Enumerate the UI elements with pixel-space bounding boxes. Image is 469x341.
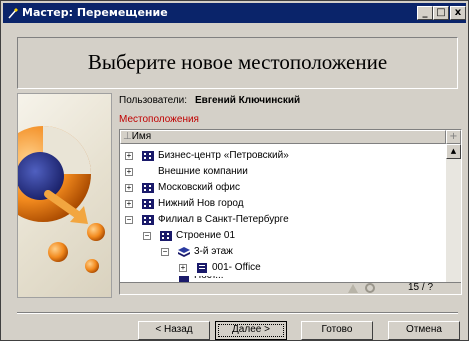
column-header-bar: ⊥Имя + [120, 130, 461, 144]
expand-toggle[interactable]: + [125, 184, 133, 192]
wizard-header: Выберите новое местоположение [17, 37, 458, 89]
back-button[interactable]: < Назад [138, 321, 210, 340]
user-name: Евгений Ключинский [195, 95, 301, 106]
tree-row-label: Нижний Нов город [158, 198, 244, 209]
building-icon [142, 215, 154, 225]
record-counter: 15 / ? [408, 282, 434, 293]
wizard-illustration [17, 93, 112, 298]
globe-arrow-illustration [18, 126, 105, 273]
minimize-button[interactable]: _ [417, 6, 433, 20]
tree-row-building-01[interactable]: − Строение 01 [120, 228, 440, 244]
stack-icon [178, 247, 190, 257]
tree-row-001-office[interactable]: + 001- Office [120, 260, 440, 276]
next-button[interactable]: Далее > [215, 321, 287, 340]
warning-icon [348, 284, 358, 293]
close-button[interactable]: x [450, 6, 466, 20]
user-label: Пользователи: [119, 95, 188, 106]
title-bar[interactable]: Мастер: Перемещение _ □ x [3, 3, 466, 23]
room-icon [197, 263, 207, 273]
tree-row-external-companies[interactable]: + Внешние компании [120, 164, 440, 180]
expand-toggle[interactable]: + [125, 152, 133, 160]
building-icon [160, 231, 172, 241]
tree-row-label: Филиал в Санкт-Петербурге [158, 214, 289, 225]
locations-label: Местоположения [119, 114, 199, 125]
building-icon [142, 183, 154, 193]
collapse-toggle[interactable]: − [161, 248, 169, 256]
tree-row-label: Внешние компании [158, 166, 248, 177]
column-header-name[interactable]: ⊥Имя [120, 130, 446, 144]
tree-row-3rd-floor[interactable]: − 3-й этаж [120, 244, 440, 260]
cancel-button[interactable]: Отмена [388, 321, 460, 340]
collapse-toggle[interactable]: − [125, 216, 133, 224]
refresh-icon[interactable] [364, 283, 376, 293]
scroll-up-button[interactable]: ▲ [446, 144, 461, 159]
tree-row-label: Московский офис [158, 182, 240, 193]
expand-toggle[interactable]: + [125, 200, 133, 208]
maximize-button[interactable]: □ [433, 6, 449, 20]
finish-button[interactable]: Готово [301, 321, 373, 340]
vertical-scrollbar[interactable]: ▲ [446, 144, 461, 284]
collapse-toggle[interactable]: − [143, 232, 151, 240]
page-title: Выберите новое местоположение [87, 50, 388, 74]
expand-toggle[interactable]: + [179, 264, 187, 272]
locations-tree[interactable]: ⊥Имя + + Бизнес-центр «Петровский» + Вне… [119, 129, 462, 295]
column-header-label: Имя [131, 131, 152, 142]
expand-toggle[interactable]: + [125, 168, 133, 176]
sort-icon: ⊥ [123, 131, 132, 142]
wizard-window: Мастер: Перемещение _ □ x Выберите новое… [0, 0, 469, 341]
tree-status-bar: 15 / ? [120, 282, 461, 294]
add-column-button[interactable]: + [446, 130, 461, 144]
tree-row-spb-branch[interactable]: − Филиал в Санкт-Петербурге [120, 212, 440, 228]
button-separator [17, 312, 458, 314]
wizard-wand-icon [8, 8, 18, 19]
tree-row-label: Строение 01 [176, 230, 236, 241]
tree-row-label: 001- Office [212, 262, 261, 273]
tree-row-label: Бизнес-центр «Петровский» [158, 150, 289, 161]
building-icon [142, 151, 154, 161]
tree-row-moscow-office[interactable]: + Московский офис [120, 180, 440, 196]
tree-row-nizhny-novgorod[interactable]: + Нижний Нов город [120, 196, 440, 212]
window-title: Мастер: Перемещение [22, 6, 168, 19]
tree-row-label: 3-й этаж [194, 246, 233, 257]
building-icon [142, 199, 154, 209]
tree-row-business-center[interactable]: + Бизнес-центр «Петровский» [120, 148, 440, 164]
